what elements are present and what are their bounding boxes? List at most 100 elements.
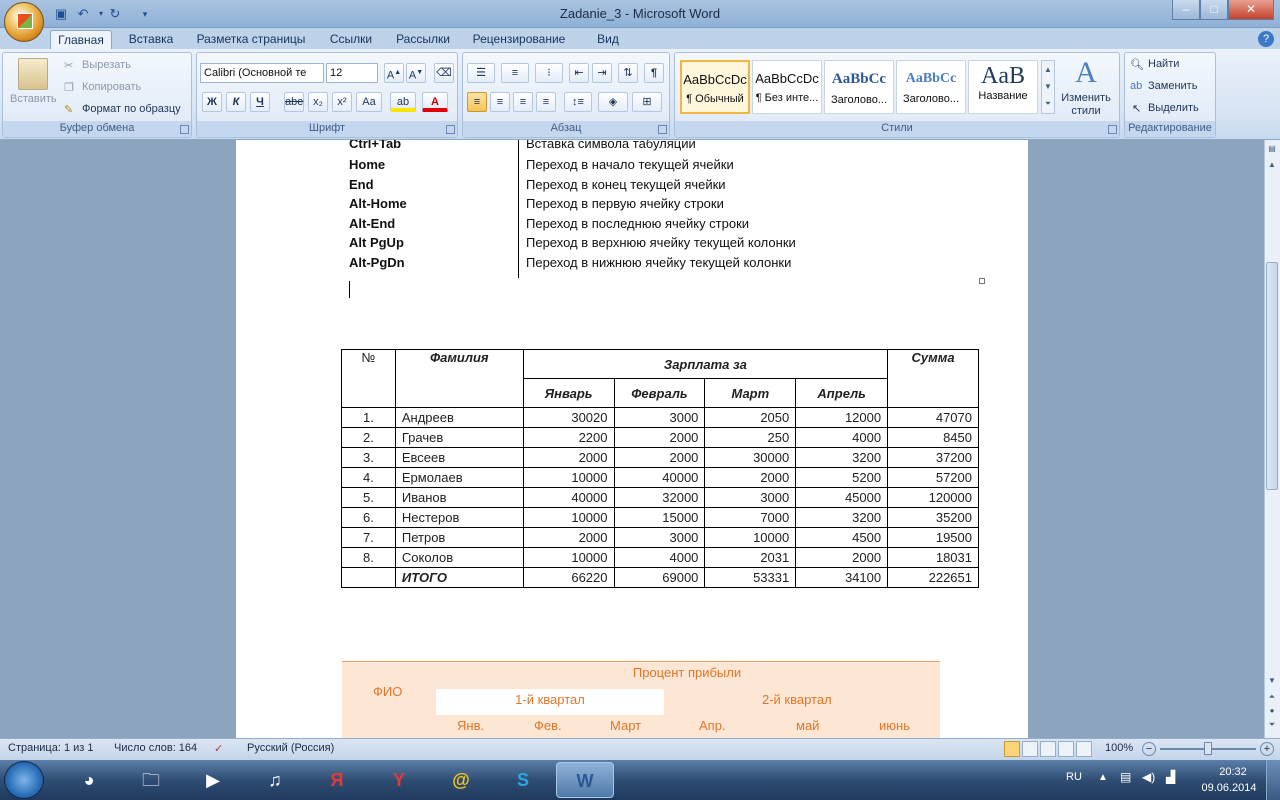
dialog-launcher-icon[interactable] [446, 125, 455, 134]
volume-app-icon[interactable]: ♫ [246, 762, 304, 798]
select-button[interactable]: Выделить [1148, 102, 1199, 114]
table-resize-handle[interactable] [979, 278, 985, 284]
clear-format-button[interactable]: ⌫ [434, 63, 454, 83]
outline-icon[interactable] [1058, 741, 1074, 757]
page-count[interactable]: Страница: 1 из 1 [8, 742, 94, 754]
tab-home[interactable]: Главная [50, 30, 112, 50]
dialog-launcher-icon[interactable] [1108, 125, 1117, 134]
borders-icon[interactable]: ⊞ [632, 92, 662, 112]
find-button[interactable]: Найти [1148, 58, 1179, 70]
change-styles-button[interactable]: Изменить стили [1058, 92, 1114, 118]
change-case-button[interactable]: Aa [356, 92, 382, 112]
font-size-field[interactable]: 12 [326, 63, 378, 83]
minimize-button[interactable]: – [1172, 0, 1200, 20]
italic-button[interactable]: К [226, 92, 246, 112]
style-heading-2[interactable]: AaBbCc Заголово... [896, 60, 966, 114]
chrome-icon[interactable]: ◕ [60, 762, 118, 798]
align-left-icon[interactable]: ≡ [467, 92, 487, 112]
tray-volume-icon[interactable]: ◀) [1142, 770, 1155, 784]
style-normal[interactable]: AaBbCcDc ¶ Обычный [680, 60, 750, 114]
bullets-icon[interactable]: ☰ [467, 63, 495, 83]
multilevel-list-icon[interactable]: ⁝ [535, 63, 563, 83]
line-spacing-icon[interactable]: ↕≡ [564, 92, 592, 112]
page[interactable]: Ctrl+Tab Вставка символа табуляции Home … [236, 140, 1028, 738]
draft-icon[interactable] [1076, 741, 1092, 757]
format-painter-button[interactable]: Формат по образцу [82, 103, 181, 115]
scroll-down-icon[interactable]: ▼ [1266, 676, 1278, 690]
paste-button[interactable]: Вставить [10, 93, 57, 105]
yandex-icon[interactable]: Я [308, 762, 366, 798]
spellcheck-icon[interactable]: ✓ [214, 742, 223, 755]
skype-icon[interactable]: S [494, 762, 552, 798]
styles-scroll-icon[interactable]: ▲ ▼ ⏷ [1041, 60, 1055, 114]
input-language[interactable]: RU [1066, 771, 1082, 783]
decrease-indent-icon[interactable]: ⇤ [569, 63, 589, 83]
copy-button[interactable]: Копировать [82, 81, 141, 93]
shortcut-desc: Переход в последнюю ячейку строки [526, 216, 750, 231]
tab-insert[interactable]: Вставка [120, 30, 182, 50]
numbering-icon[interactable]: ≡ [501, 63, 529, 83]
media-player-icon[interactable]: ▶ [184, 762, 242, 798]
tab-view[interactable]: Вид [584, 30, 632, 50]
sort-icon[interactable]: ⇅ [618, 63, 638, 83]
tray-arrow-icon[interactable]: ▲ [1098, 772, 1108, 783]
subscript-button[interactable]: x₂ [308, 92, 328, 112]
bold-button[interactable]: Ж [202, 92, 222, 112]
explorer-icon[interactable]: 🗀 [122, 762, 180, 798]
underline-button[interactable]: Ч [250, 92, 270, 112]
shading-icon[interactable]: ◈ [598, 92, 628, 112]
zoom-level[interactable]: 100% [1105, 742, 1133, 754]
print-layout-icon[interactable] [1004, 741, 1020, 757]
dialog-launcher-icon[interactable] [180, 125, 189, 134]
help-icon[interactable]: ? [1258, 31, 1274, 47]
close-button[interactable]: ✕ [1228, 0, 1274, 20]
superscript-button[interactable]: x² [332, 92, 352, 112]
zoom-in-icon[interactable]: + [1260, 742, 1274, 756]
word-taskbar-icon[interactable]: W [556, 762, 614, 798]
language[interactable]: Русский (Россия) [247, 742, 334, 754]
style-heading-1[interactable]: AaBbCc Заголово... [824, 60, 894, 114]
strikethrough-button[interactable]: abe [284, 92, 304, 112]
style-title[interactable]: AaB Название [968, 60, 1038, 114]
word-count[interactable]: Число слов: 164 [114, 742, 197, 754]
tab-references[interactable]: Ссылки [322, 30, 380, 50]
grow-font-button[interactable]: A▲ [384, 63, 404, 83]
scrollbar-thumb[interactable] [1266, 262, 1278, 490]
cut-button[interactable]: Вырезать [82, 59, 131, 71]
ruler-toggle-icon[interactable]: ▤ [1266, 144, 1278, 158]
shrink-font-button[interactable]: A▼ [406, 63, 426, 83]
mail-agent-icon[interactable]: @ [432, 762, 490, 798]
replace-button[interactable]: Заменить [1148, 80, 1197, 92]
prev-page-icon[interactable]: ⏶ [1266, 692, 1278, 706]
show-marks-icon[interactable]: ¶ [644, 63, 664, 83]
justify-icon[interactable]: ≡ [536, 92, 556, 112]
web-layout-icon[interactable] [1040, 741, 1056, 757]
align-right-icon[interactable]: ≡ [513, 92, 533, 112]
align-center-icon[interactable]: ≡ [490, 92, 510, 112]
font-color-icon[interactable]: A [422, 92, 448, 112]
clock-time[interactable]: 20:32 [1212, 766, 1254, 778]
tab-review[interactable]: Рецензирование [466, 30, 572, 50]
maximize-button[interactable]: □ [1200, 0, 1228, 20]
select-browse-object-icon[interactable]: ● [1266, 706, 1278, 720]
tab-page-layout[interactable]: Разметка страницы [192, 30, 310, 50]
dialog-launcher-icon[interactable] [658, 125, 667, 134]
start-button[interactable] [4, 761, 44, 799]
increase-indent-icon[interactable]: ⇥ [592, 63, 612, 83]
show-desktop-button[interactable] [1266, 760, 1280, 800]
zoom-out-icon[interactable]: − [1142, 742, 1156, 756]
tray-network-icon[interactable]: ▤ [1120, 770, 1131, 784]
yandex-browser-icon[interactable]: Y [370, 762, 428, 798]
highlight-icon[interactable]: ab [390, 92, 416, 112]
font-name-field[interactable]: Calibri (Основной те [200, 63, 324, 83]
office-button[interactable] [4, 2, 44, 42]
scroll-up-icon[interactable]: ▲ [1266, 160, 1278, 174]
full-screen-icon[interactable] [1022, 741, 1038, 757]
clock-date[interactable]: 09.06.2014 [1198, 782, 1260, 794]
next-page-icon[interactable]: ⏷ [1266, 720, 1278, 734]
paste-icon[interactable] [18, 58, 48, 90]
tray-signal-icon[interactable]: ▟ [1166, 770, 1175, 784]
style-no-spacing[interactable]: AaBbCcDc ¶ Без инте... [752, 60, 822, 114]
tab-mailings[interactable]: Рассылки [390, 30, 456, 50]
zoom-slider-thumb[interactable] [1204, 742, 1212, 755]
